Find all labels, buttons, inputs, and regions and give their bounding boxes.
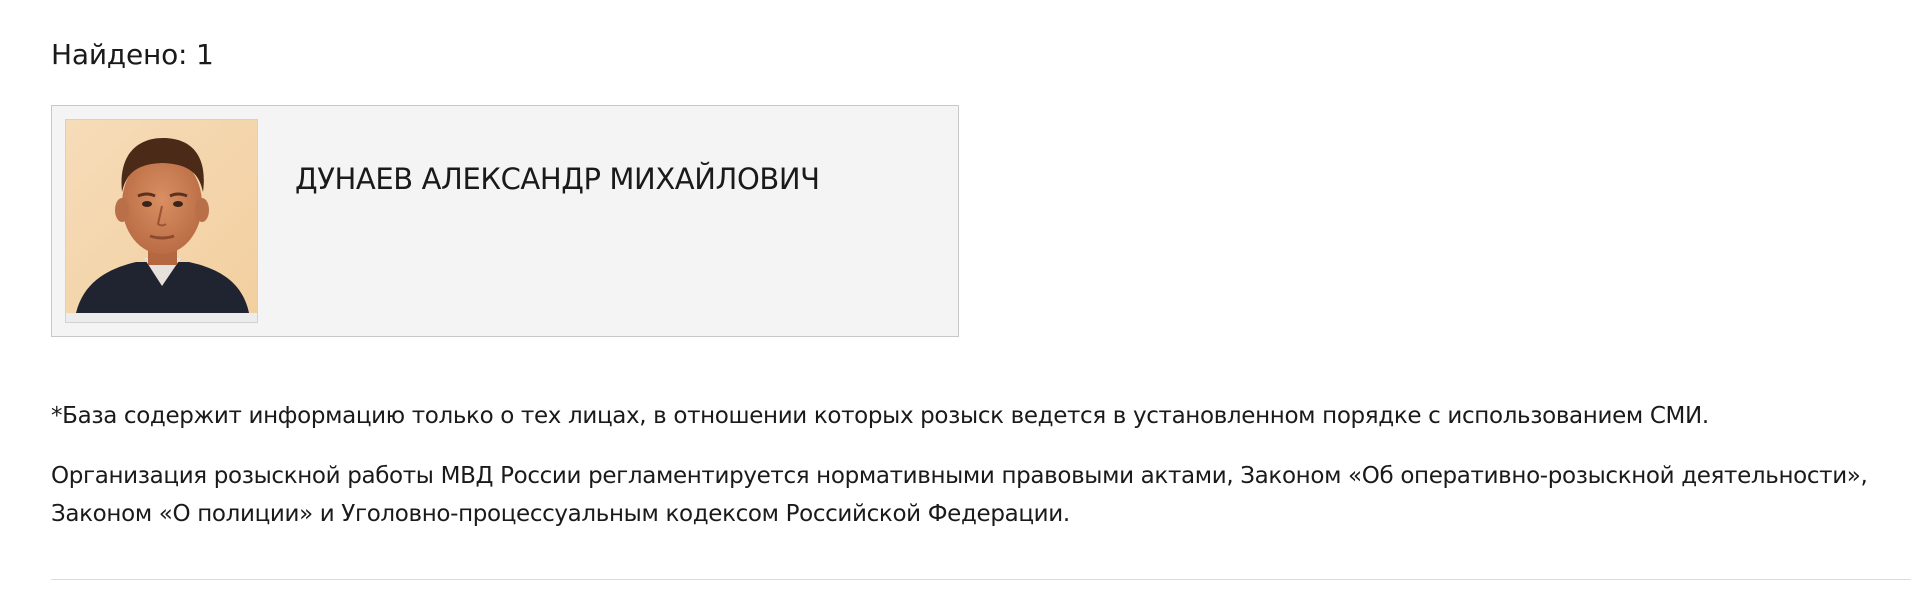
person-result-card[interactable]: ДУНАЕВ АЛЕКСАНДР МИХАЙЛОВИЧ: [51, 105, 959, 337]
database-note: *База содержит информацию только о тех л…: [51, 403, 1709, 429]
footer-divider: [51, 579, 1911, 580]
person-photo[interactable]: [65, 119, 258, 323]
legal-info-line-1: Организация розыскной работы МВД России …: [51, 463, 1868, 489]
legal-info-line-2: Законом «О полиции» и Уголовно-процессуа…: [51, 501, 1070, 527]
legal-info-text: Организация розыскной работы МВД России …: [51, 457, 1911, 533]
person-photo-image: [66, 120, 257, 313]
person-name-link[interactable]: ДУНАЕВ АЛЕКСАНДР МИХАЙЛОВИЧ: [295, 161, 820, 197]
results-count: Найдено: 1: [51, 38, 214, 71]
